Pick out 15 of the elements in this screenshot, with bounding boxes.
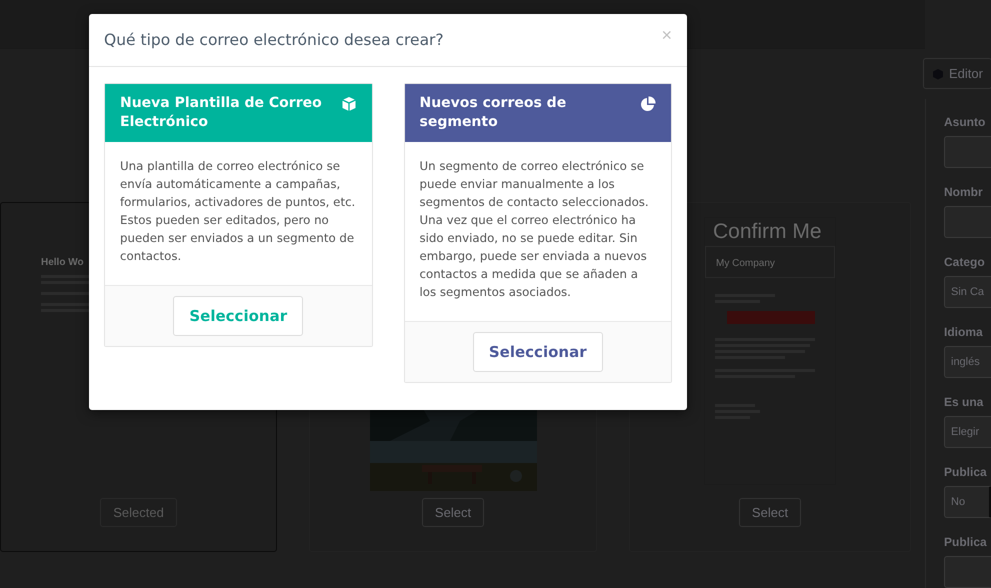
button-label: Editor xyxy=(949,66,983,81)
field-label: Nombr xyxy=(944,185,984,199)
option-title: Nueva Plantilla de Correo Electrónico xyxy=(120,94,323,132)
field-label: Catego xyxy=(944,255,986,269)
field-label: Publica xyxy=(944,535,988,549)
field-label: Publica xyxy=(944,465,988,479)
thumbnail-heading: Confirm Me xyxy=(713,220,822,244)
company-name: My Company xyxy=(716,258,775,269)
field-label: Es una xyxy=(944,395,984,409)
thumbnail-heading: Hello Wo xyxy=(41,257,84,268)
modal-title: Qué tipo de correo electrónico desea crear? xyxy=(104,31,444,49)
field-label: Asunto xyxy=(944,115,986,129)
option-description: Una plantilla de correo electrónico se envía automáticamente a campañas, formularios, activadores de puntos, etc. Estos pueden ser editados, pero no pueden ser enviados a un segmento de contactos. xyxy=(119,158,356,265)
field-label: Idioma xyxy=(944,325,984,339)
option-title: Nuevos correos de segmento xyxy=(420,94,568,132)
